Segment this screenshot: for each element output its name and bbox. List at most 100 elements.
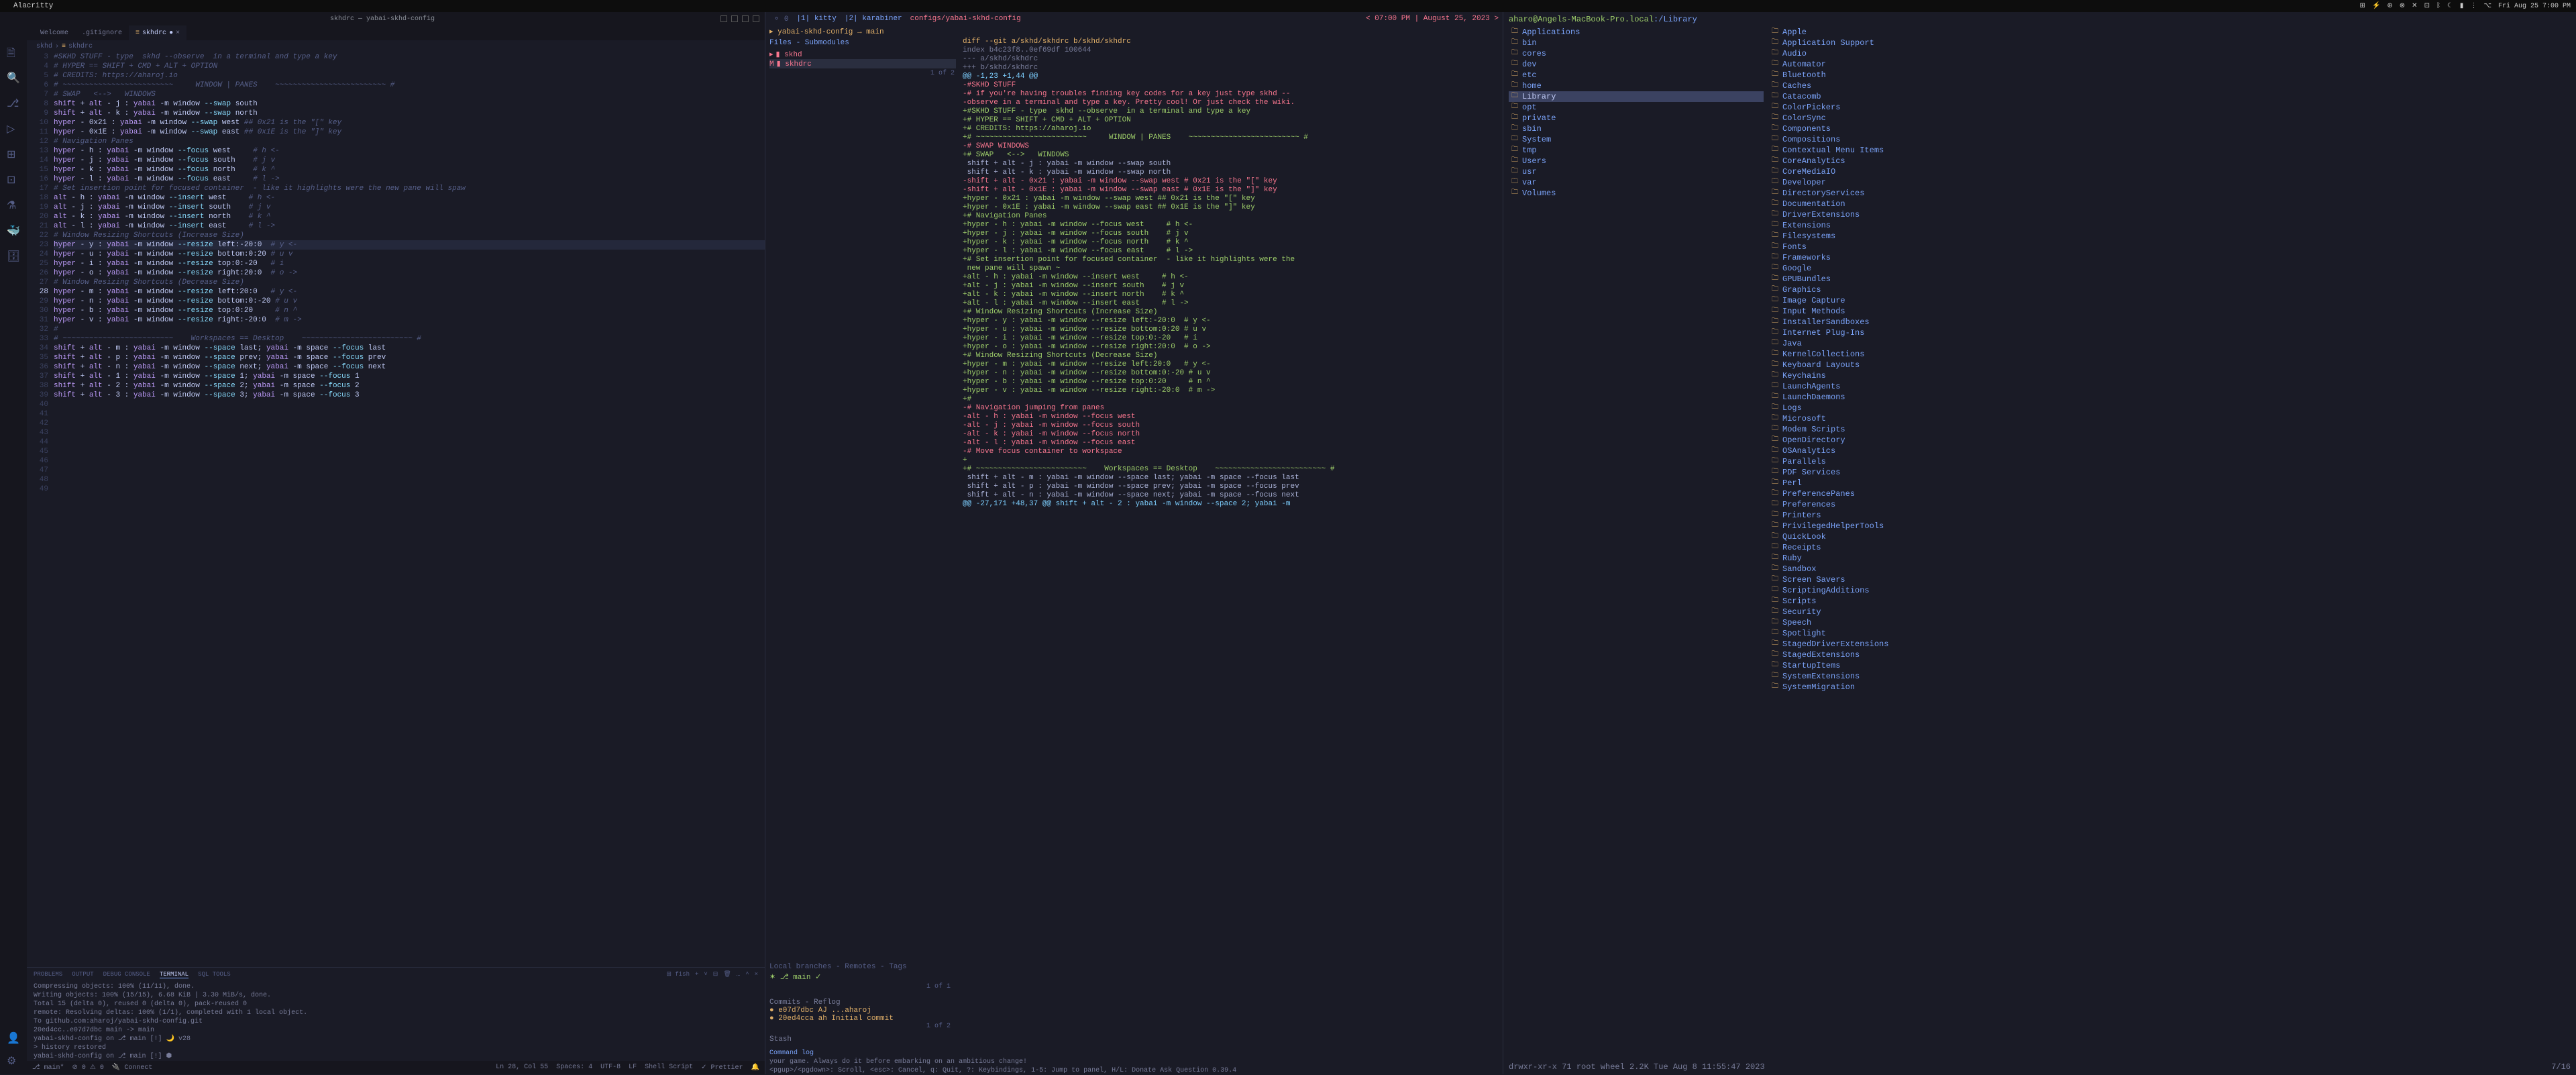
fm-item[interactable]: 🗀Automator <box>1769 59 2571 70</box>
tmux-window[interactable]: |1| kitty <box>792 15 840 23</box>
testing-icon[interactable]: ⚗ <box>7 199 20 212</box>
fm-item[interactable]: 🗀ColorPickers <box>1769 102 2571 113</box>
status-branch[interactable]: ⎇ main* <box>32 1064 64 1072</box>
fm-item[interactable]: 🗀opt <box>1509 102 1764 113</box>
fm-item[interactable]: 🗀CoreAnalytics <box>1769 156 2571 166</box>
breadcrumb[interactable]: skhd › ≡ skhdrc <box>27 40 765 52</box>
fm-item[interactable]: 🗀PreferencePanes <box>1769 489 2571 499</box>
scm-icon[interactable]: ⎇ <box>7 97 20 110</box>
fm-item[interactable]: 🗀Sandbox <box>1769 564 2571 574</box>
fm-item[interactable]: 🗀Graphics <box>1769 285 2571 295</box>
breadcrumb-seg[interactable]: skhdrc <box>68 43 93 50</box>
fm-item[interactable]: 🗀Microsoft <box>1769 413 2571 424</box>
explorer-icon[interactable]: 🗎 <box>7 46 20 59</box>
tray-icon[interactable]: ⊞ <box>2360 2 2365 10</box>
tmux-window[interactable]: |2| karabiner <box>841 15 906 23</box>
account-icon[interactable]: 👤 <box>7 1031 20 1045</box>
app-name[interactable]: Alacritty <box>13 2 53 10</box>
fm-item[interactable]: 🗀Catacomb <box>1769 91 2571 102</box>
fm-item[interactable]: 🗀GPUBundles <box>1769 274 2571 285</box>
tmux-session[interactable]: ⚬ 0 <box>769 14 792 23</box>
fm-item[interactable]: 🗀InstallerSandboxes <box>1769 317 2571 327</box>
wifi-icon[interactable]: ⋮ <box>2470 2 2477 10</box>
fm-item[interactable]: 🗀Components <box>1769 123 2571 134</box>
debug-icon[interactable]: ▷ <box>7 122 20 136</box>
plus-icon[interactable]: + <box>695 971 698 978</box>
status-lang[interactable]: Shell Script <box>645 1064 693 1072</box>
battery-icon[interactable]: ▮ <box>2460 2 2464 10</box>
fm-item[interactable]: 🗀OpenDirectory <box>1769 435 2571 446</box>
fm-item[interactable]: 🗀Java <box>1769 338 2571 349</box>
diff-view[interactable]: diff --git a/skhd/skhdrc b/skhd/skhdrcin… <box>960 38 1503 1047</box>
fm-item[interactable]: 🗀ColorSync <box>1769 113 2571 123</box>
tray-icon[interactable]: ✕ <box>2412 2 2417 10</box>
file-entry[interactable]: ▸▮ skhd <box>769 50 956 59</box>
branch-item[interactable]: ✶ ⎇ main ✓ <box>769 971 956 983</box>
fm-item[interactable]: 🗀Developer <box>1769 177 2571 188</box>
fm-item[interactable]: 🗀dev <box>1509 59 1764 70</box>
fm-item[interactable]: 🗀Image Capture <box>1769 295 2571 306</box>
tab-skhdrc[interactable]: ≡ skhdrc ● × <box>129 25 186 40</box>
fm-item[interactable]: 🗀var <box>1509 177 1764 188</box>
fm-item[interactable]: 🗀Spotlight <box>1769 628 2571 639</box>
code-content[interactable]: #SKHD STUFF - type skhd --observe in a t… <box>54 52 765 967</box>
fm-item[interactable]: 🗀Apple <box>1769 27 2571 38</box>
fm-item[interactable]: 🗀QuickLook <box>1769 531 2571 542</box>
fm-item[interactable]: 🗀sbin <box>1509 123 1764 134</box>
fm-item[interactable]: 🗀ScriptingAdditions <box>1769 585 2571 596</box>
fm-item[interactable]: 🗀Applications <box>1509 27 1764 38</box>
layout-icon[interactable] <box>731 15 738 22</box>
fm-item[interactable]: 🗀Logs <box>1769 403 2571 413</box>
layout-icon[interactable] <box>720 15 727 22</box>
status-eol[interactable]: LF <box>629 1064 637 1072</box>
code-area[interactable]: 3456789101112131415161718192021222324252… <box>27 52 765 967</box>
panel-tab-output[interactable]: OUTPUT <box>72 971 93 978</box>
trash-icon[interactable]: 🗑 <box>723 971 731 978</box>
fm-item[interactable]: 🗀Bluetooth <box>1769 70 2571 81</box>
fm-item[interactable]: 🗀Ruby <box>1769 553 2571 564</box>
tray-icon[interactable]: ⊗ <box>2400 2 2405 10</box>
fm-item[interactable]: 🗀Parallels <box>1769 456 2571 467</box>
fm-item[interactable]: 🗀Preferences <box>1769 499 2571 510</box>
chevron-up-icon[interactable]: ^ <box>745 971 749 978</box>
fm-item[interactable]: 🗀Keychains <box>1769 370 2571 381</box>
fm-item[interactable]: 🗀LaunchDaemons <box>1769 392 2571 403</box>
tray-icon[interactable]: ⚡ <box>2372 2 2380 10</box>
clock[interactable]: Fri Aug 25 7:00 PM <box>2498 3 2571 10</box>
breadcrumb-seg[interactable]: skhd <box>36 43 52 50</box>
fm-column-1[interactable]: 🗀Applications🗀bin🗀cores🗀dev🗀etc🗀home🗀Lib… <box>1509 27 1764 1060</box>
status-problems[interactable]: ⊘ 0 ⚠ 0 <box>72 1064 104 1072</box>
fm-item[interactable]: 🗀Filesystems <box>1769 231 2571 242</box>
status-indent[interactable]: Spaces: 4 <box>556 1064 592 1072</box>
fm-column-2[interactable]: 🗀Apple🗀Application Support🗀Audio🗀Automat… <box>1769 27 2571 1060</box>
fm-item[interactable]: 🗀SystemExtensions <box>1769 671 2571 682</box>
fm-item[interactable]: 🗀DirectoryServices <box>1769 188 2571 199</box>
bell-icon[interactable]: 🔔 <box>751 1064 759 1072</box>
close-icon[interactable]: × <box>176 30 180 37</box>
commit-item[interactable]: ● e07d7dbc AJ ...aharoj <box>769 1007 956 1015</box>
fm-item[interactable]: 🗀KernelCollections <box>1769 349 2571 360</box>
close-icon[interactable]: × <box>755 971 758 978</box>
db-icon[interactable]: 🗄 <box>7 250 20 263</box>
fm-item[interactable]: 🗀Contextual Menu Items <box>1769 145 2571 156</box>
tab-gitignore[interactable]: .gitignore <box>75 25 129 40</box>
fm-item[interactable]: 🗀StartupItems <box>1769 660 2571 671</box>
fm-item[interactable]: 🗀Printers <box>1769 510 2571 521</box>
fm-item[interactable]: 🗀PrivilegedHelperTools <box>1769 521 2571 531</box>
split-icon[interactable]: ⊟ <box>713 971 718 978</box>
chevron-down-icon[interactable]: ˅ <box>704 971 707 978</box>
fm-item[interactable]: 🗀home <box>1509 81 1764 91</box>
dnd-icon[interactable]: ☾ <box>2447 2 2453 10</box>
fm-item[interactable]: 🗀OSAnalytics <box>1769 446 2571 456</box>
fm-item[interactable]: 🗀LaunchAgents <box>1769 381 2571 392</box>
status-connect[interactable]: 🔌 Connect <box>112 1064 152 1072</box>
fm-item[interactable]: 🗀Fonts <box>1769 242 2571 252</box>
status-cursor[interactable]: Ln 28, Col 55 <box>496 1064 548 1072</box>
fm-item[interactable]: 🗀Users <box>1509 156 1764 166</box>
fm-item[interactable]: 🗀Library <box>1509 91 1764 102</box>
fm-item[interactable]: 🗀Screen Savers <box>1769 574 2571 585</box>
fm-item[interactable]: 🗀Perl <box>1769 478 2571 489</box>
fm-item[interactable]: 🗀Caches <box>1769 81 2571 91</box>
fm-item[interactable]: 🗀cores <box>1509 48 1764 59</box>
fm-item[interactable]: 🗀Receipts <box>1769 542 2571 553</box>
